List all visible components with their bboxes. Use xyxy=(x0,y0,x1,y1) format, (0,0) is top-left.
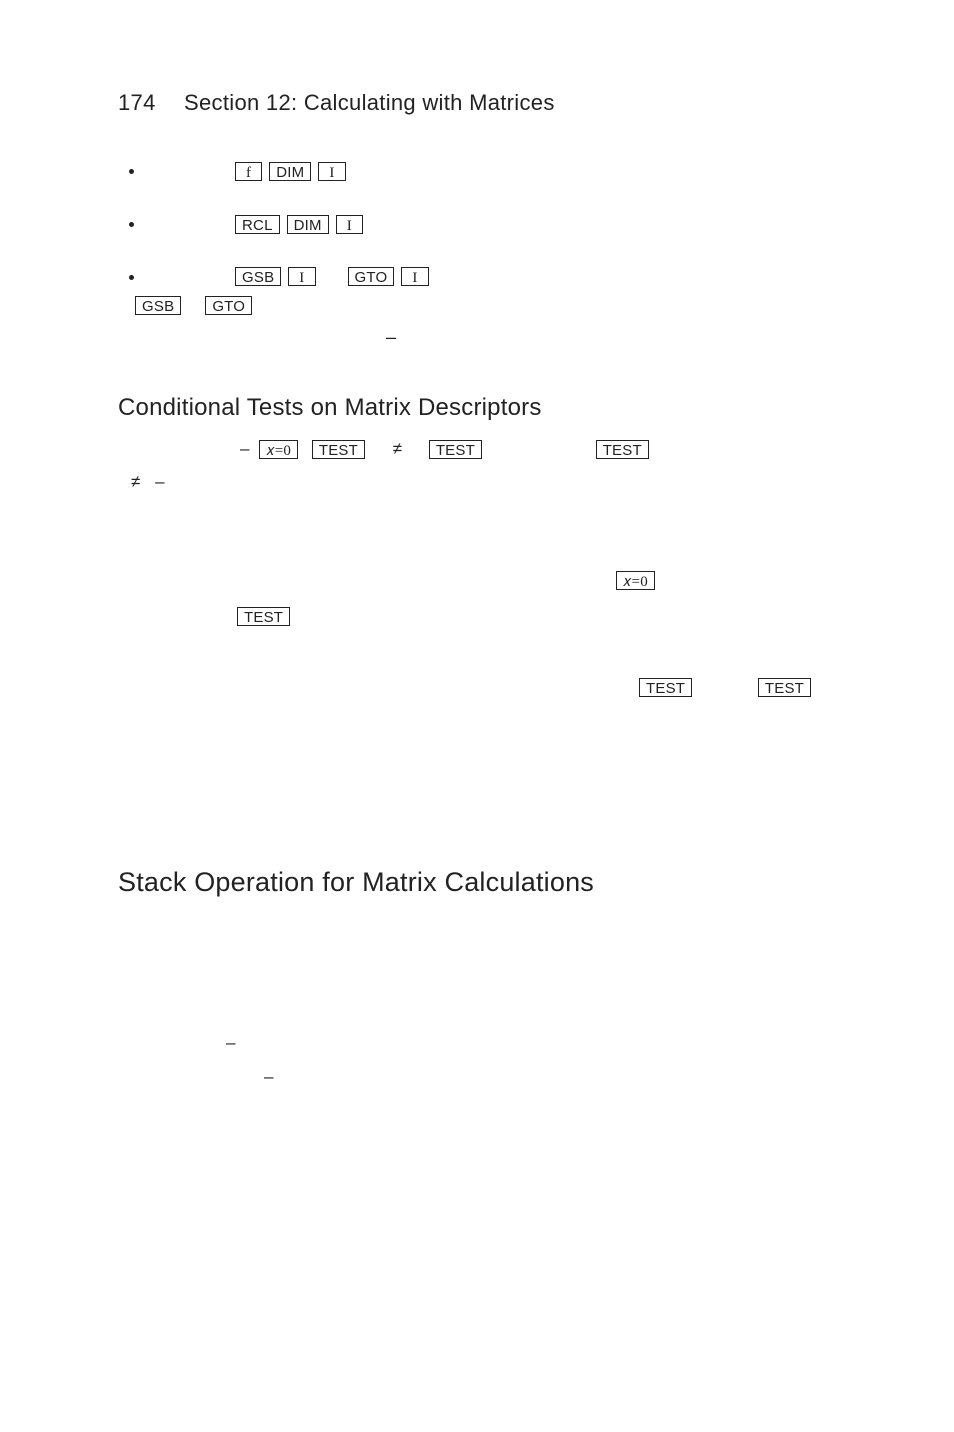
key-i: I xyxy=(401,267,428,286)
page-header: 174 Section 12: Calculating with Matrice… xyxy=(118,90,864,116)
key-f: f xyxy=(235,162,262,181)
paragraph-conditional-2: 𝑥=0 TEST TEST TEST xyxy=(118,526,864,704)
key-test: TEST xyxy=(429,440,482,459)
key-test: TEST xyxy=(312,440,365,459)
key-gsb: GSB xyxy=(235,267,281,286)
heading-conditional: Conditional Tests on Matrix Descriptors xyxy=(118,394,864,422)
bullet-list: f DIM I RCL DIM I GSB I GTO I GSB GTO – xyxy=(146,156,864,352)
key-i: I xyxy=(288,267,315,286)
key-test: TEST xyxy=(237,607,290,626)
spacer xyxy=(118,705,864,825)
key-gto: GTO xyxy=(348,267,395,286)
bullet-item-3: GSB I GTO I GSB GTO – xyxy=(146,262,864,352)
dash-glyph: – xyxy=(264,1067,273,1086)
paragraph-conditional-1: – 𝑥=0 TEST ≠ TEST TEST ≠ – xyxy=(118,432,864,498)
key-gsb: GSB xyxy=(135,296,181,315)
dash-glyph: – xyxy=(386,323,396,352)
chapter-title: Section 12: Calculating with Matrices xyxy=(184,90,555,115)
dash-glyph: – xyxy=(240,439,249,458)
heading-stack: Stack Operation for Matrix Calculations xyxy=(118,867,864,898)
key-gto: GTO xyxy=(205,296,252,315)
key-dim: DIM xyxy=(269,162,311,181)
neq-glyph: ≠ xyxy=(393,439,402,458)
key-test: TEST xyxy=(596,440,649,459)
key-x-eq-0: 𝑥=0 xyxy=(259,440,298,459)
key-x-eq-0: 𝑥=0 xyxy=(616,571,655,590)
key-dim: DIM xyxy=(287,215,329,234)
key-test: TEST xyxy=(758,678,811,697)
key-i: I xyxy=(318,162,345,181)
key-test: TEST xyxy=(639,678,692,697)
neq-glyph: ≠ xyxy=(131,465,140,498)
dash-glyph: – xyxy=(155,472,164,491)
key-i: I xyxy=(336,215,363,234)
bullet-item-2: RCL DIM I xyxy=(146,209,864,238)
bullet-item-1: f DIM I xyxy=(146,156,864,185)
dash-glyph: – xyxy=(226,1033,235,1052)
page-number: 174 xyxy=(118,90,156,116)
key-rcl: RCL xyxy=(235,215,280,234)
paragraph-stack: – – xyxy=(118,958,864,1094)
